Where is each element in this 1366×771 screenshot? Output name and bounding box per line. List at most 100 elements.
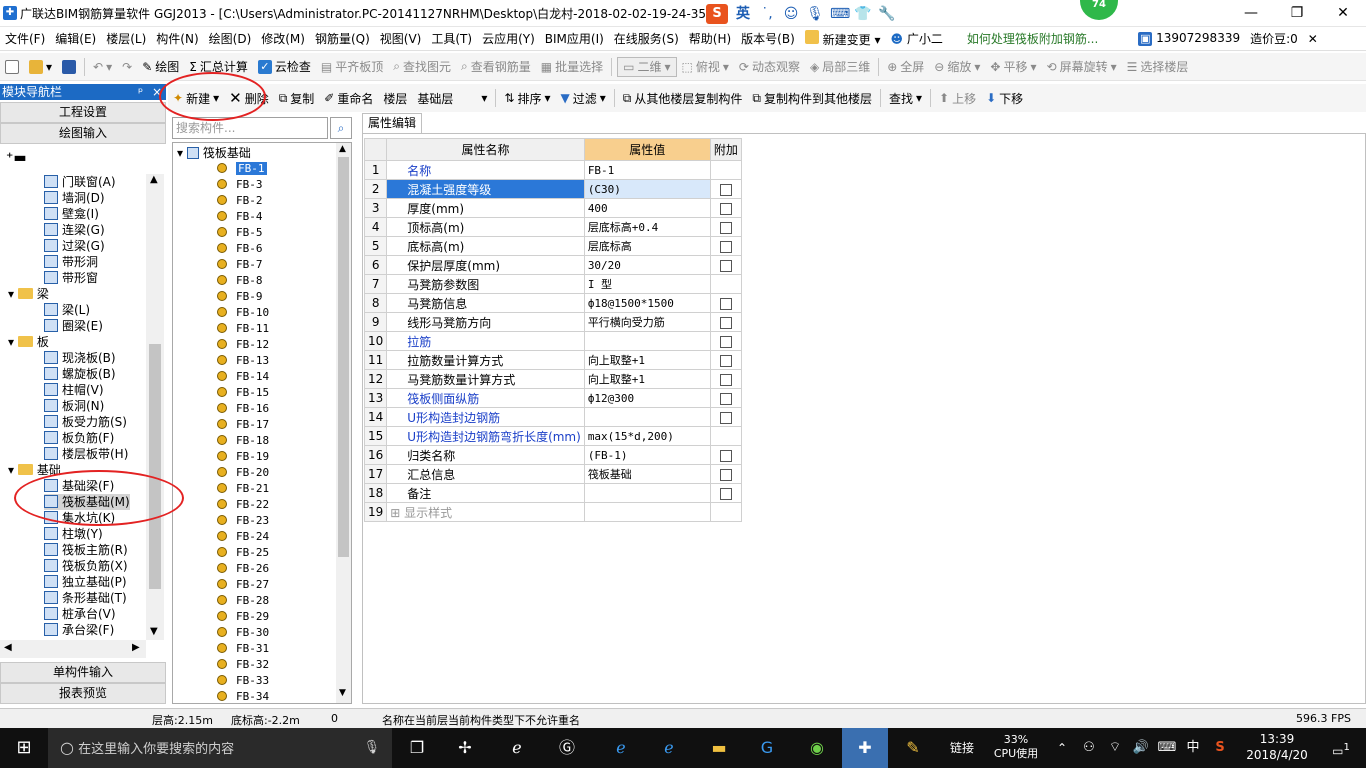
property-row[interactable]: 15 U形构造封边钢筋弯折长度(mm) max(15*d,200) bbox=[363, 426, 742, 446]
save-button[interactable] bbox=[57, 59, 81, 74]
component-item[interactable]: FB-7 bbox=[217, 257, 263, 273]
property-row[interactable]: 19 ⊞ 显示样式 bbox=[363, 502, 742, 522]
close-button[interactable]: ✕ bbox=[1320, 0, 1366, 27]
dynamic-view-button[interactable]: ⟳ 动态观察 bbox=[734, 58, 805, 75]
component-scrollbar[interactable]: ▲ ▼ bbox=[336, 143, 351, 703]
tree-item[interactable]: 承台梁(F) bbox=[44, 622, 114, 638]
score-badge[interactable]: 74 bbox=[1080, 0, 1118, 20]
extra-checkbox[interactable] bbox=[719, 259, 732, 272]
keyboard-tray-icon[interactable]: ⌨ bbox=[1154, 728, 1180, 768]
menu-edit[interactable]: 编辑(E) bbox=[50, 30, 101, 47]
notes-icon[interactable]: ✎ bbox=[894, 728, 932, 768]
single-input-button[interactable]: 单构件输入 bbox=[0, 662, 166, 683]
keyboard-icon[interactable]: ⌨ bbox=[830, 5, 850, 23]
notification-center[interactable]: ▭1 bbox=[1322, 728, 1360, 768]
draw-button[interactable]: ✎ 绘图 bbox=[137, 58, 184, 75]
component-item[interactable]: FB-12 bbox=[217, 337, 269, 353]
extra-checkbox[interactable] bbox=[719, 392, 732, 405]
collapse-icon[interactable]: ▾ bbox=[8, 287, 18, 301]
fan-app-icon[interactable]: ✢ bbox=[446, 728, 484, 768]
property-row[interactable]: 14 U形构造封边钢筋 bbox=[363, 407, 742, 427]
component-item[interactable]: FB-19 bbox=[217, 449, 269, 465]
filter-button[interactable]: ▼ 过滤 ▾ bbox=[556, 90, 611, 107]
tree-item[interactable]: 条形基础(T) bbox=[44, 590, 127, 606]
ie-blue-icon[interactable]: ℯ bbox=[650, 728, 688, 768]
fullscreen-button[interactable]: ⊕ 全屏 bbox=[882, 58, 929, 75]
property-row[interactable]: 9 线形马凳筋方向 平行横向受力筋 bbox=[363, 312, 742, 332]
task-view-icon[interactable]: ❐ bbox=[398, 728, 436, 768]
tree-item[interactable]: 墙洞(D) bbox=[44, 190, 105, 206]
sort-button[interactable]: ⇅ 排序 ▾ bbox=[499, 90, 555, 107]
component-item[interactable]: FB-21 bbox=[217, 481, 269, 497]
rotate-button[interactable]: ⟲ 屏幕旋转 ▾ bbox=[1042, 58, 1122, 75]
tree-item[interactable]: 连梁(G) bbox=[44, 222, 105, 238]
extra-checkbox[interactable] bbox=[719, 297, 732, 310]
cloud-check-button[interactable]: ✓ 云检查 bbox=[253, 58, 316, 75]
component-item[interactable]: FB-2 bbox=[217, 193, 263, 209]
sogou-icon[interactable]: S bbox=[706, 4, 728, 24]
tree-item[interactable]: 壁龛(I) bbox=[44, 206, 99, 222]
component-item[interactable]: FB-6 bbox=[217, 241, 263, 257]
component-item[interactable]: FB-10 bbox=[217, 305, 269, 321]
extra-checkbox[interactable] bbox=[719, 449, 732, 462]
pan-button[interactable]: ✥ 平移 ▾ bbox=[985, 58, 1041, 75]
component-item[interactable]: FB-32 bbox=[217, 657, 269, 673]
expand-all-icon[interactable]: ⁺▬ bbox=[6, 150, 27, 166]
property-row[interactable]: 2 混凝土强度等级 (C30) bbox=[363, 179, 742, 199]
wifi-icon[interactable]: ⌔ bbox=[1104, 728, 1126, 768]
ime-toolbar[interactable]: S 英 ˙, ☺ 🎙 ⌨ 👕 🔧 bbox=[706, 3, 896, 25]
tree-item[interactable]: 筏板主筋(R) bbox=[44, 542, 128, 558]
scroll-left-icon[interactable]: ◀ bbox=[4, 642, 12, 653]
component-item[interactable]: FB-9 bbox=[217, 289, 263, 305]
sogou-tray-icon[interactable]: S bbox=[1208, 728, 1232, 768]
ime-lang-indicator[interactable]: 英 bbox=[734, 5, 752, 23]
property-row[interactable]: 7 马凳筋参数图 I 型 bbox=[363, 274, 742, 294]
tree-item[interactable]: 独立基础(P) bbox=[44, 574, 127, 590]
zoom-button[interactable]: ⊖ 缩放 ▾ bbox=[929, 58, 985, 75]
link-label[interactable]: 链接 bbox=[942, 728, 982, 768]
menu-view[interactable]: 视图(V) bbox=[375, 30, 427, 47]
component-item[interactable]: FB-4 bbox=[217, 209, 263, 225]
nav-scrollbar[interactable]: ▲ ▼ bbox=[146, 174, 164, 640]
browser-360-icon[interactable]: ◉ bbox=[798, 728, 836, 768]
level-top-button[interactable]: ▤ 平齐板顶 bbox=[316, 58, 388, 75]
skin-icon[interactable]: 👕 bbox=[854, 5, 872, 23]
menu-modify[interactable]: 修改(M) bbox=[256, 30, 310, 47]
copy-to-floor-button[interactable]: ⧉ 复制构件到其他楼层 bbox=[747, 90, 877, 107]
extra-checkbox[interactable] bbox=[719, 316, 732, 329]
menu-file[interactable]: 文件(F) bbox=[0, 30, 50, 47]
extra-checkbox[interactable] bbox=[719, 202, 732, 215]
property-row[interactable]: 1 名称 FB-1 bbox=[363, 160, 742, 180]
view-mode-select[interactable]: ▭ 二维 ▾ bbox=[617, 56, 677, 77]
property-value[interactable]: max(15*d,200) bbox=[583, 426, 711, 446]
redo-button[interactable]: ↷ bbox=[117, 60, 137, 74]
move-up-button[interactable]: ⬆ 上移 bbox=[934, 90, 981, 107]
property-value[interactable]: 层底标高 bbox=[583, 236, 711, 256]
tree-item[interactable]: 板受力筋(S) bbox=[44, 414, 127, 430]
component-item[interactable]: FB-1 bbox=[217, 161, 267, 177]
extra-checkbox[interactable] bbox=[719, 373, 732, 386]
menu-floor[interactable]: 楼层(L) bbox=[101, 30, 151, 47]
menu-help[interactable]: 帮助(H) bbox=[684, 30, 736, 47]
punctuation-icon[interactable]: ˙, bbox=[758, 5, 776, 23]
close-doc-icon[interactable]: ✕ bbox=[1303, 32, 1323, 46]
property-row[interactable]: 10 拉筋 bbox=[363, 331, 742, 351]
tree-item[interactable]: 梁(L) bbox=[44, 302, 90, 318]
mic-icon[interactable]: 🎙 bbox=[363, 728, 380, 768]
extra-checkbox[interactable] bbox=[719, 335, 732, 348]
extra-checkbox[interactable] bbox=[719, 411, 732, 424]
property-value[interactable]: (C30) bbox=[583, 179, 711, 199]
tree-item[interactable]: 带形窗 bbox=[44, 270, 98, 286]
clock[interactable]: 13:39 2018/4/20 bbox=[1234, 728, 1320, 768]
property-value[interactable]: 400 bbox=[583, 198, 711, 218]
new-file-button[interactable] bbox=[0, 59, 24, 74]
component-item[interactable]: FB-17 bbox=[217, 417, 269, 433]
find-button[interactable]: 查找 ▾ bbox=[884, 90, 927, 107]
property-value[interactable] bbox=[583, 502, 711, 522]
component-item[interactable]: FB-14 bbox=[217, 369, 269, 385]
floor-select[interactable]: 基础层 ▾ bbox=[412, 90, 492, 107]
collapse-icon[interactable]: ▾ bbox=[177, 146, 183, 160]
scroll-down-icon[interactable]: ▼ bbox=[150, 626, 158, 637]
undo-button[interactable]: ↶ ▾ bbox=[88, 60, 117, 74]
scroll-down-icon[interactable]: ▼ bbox=[339, 688, 346, 698]
